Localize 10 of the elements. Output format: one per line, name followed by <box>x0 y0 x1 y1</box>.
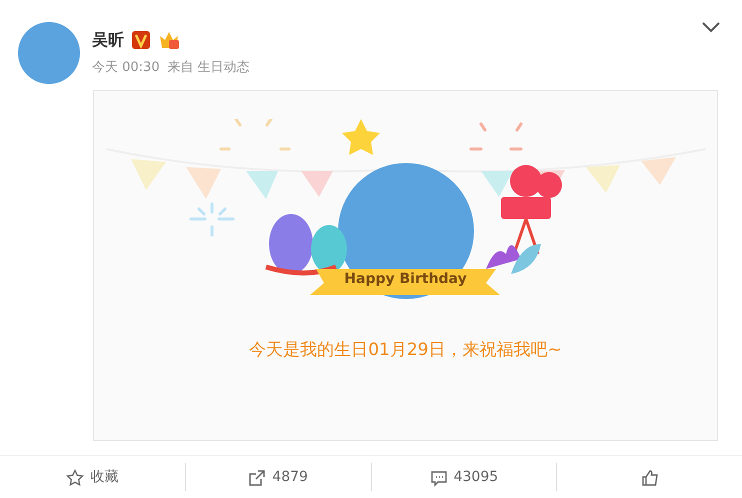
banner-text: Happy Birthday <box>344 270 467 289</box>
comment-button[interactable]: 43095 <box>372 456 556 498</box>
source-link[interactable]: 生日动态 <box>198 58 250 78</box>
source-prefix: 来自 <box>168 59 194 77</box>
favorite-button[interactable]: 收藏 <box>0 456 185 498</box>
post-time: 今天 00:30 <box>92 59 160 77</box>
birthday-card[interactable]: Happy Birthday 今天是我的生日01月29日，来祝福我吧~ <box>93 90 718 441</box>
author-name[interactable]: 吴昕 <box>92 28 124 52</box>
repost-button[interactable]: 4879 <box>186 456 370 498</box>
birthday-message: 今天是我的生日01月29日，来祝福我吧~ <box>249 339 562 362</box>
